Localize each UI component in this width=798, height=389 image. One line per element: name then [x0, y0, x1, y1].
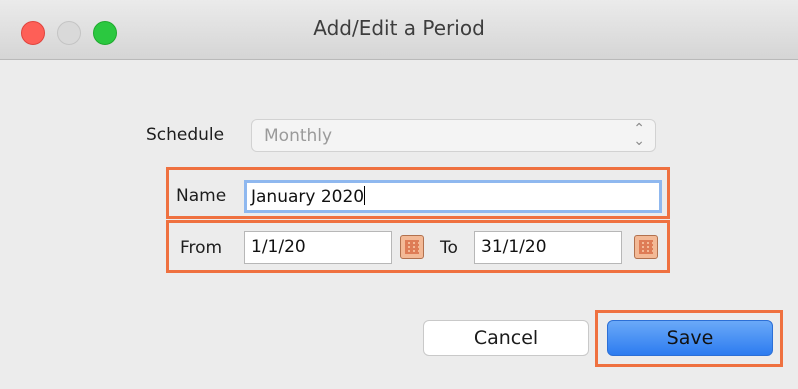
text-caret	[364, 186, 366, 205]
schedule-value: Monthly	[264, 126, 333, 146]
schedule-select[interactable]: Monthly ⌃ ⌄	[251, 119, 656, 152]
name-label: Name	[176, 186, 227, 206]
calendar-icon[interactable]	[400, 235, 424, 259]
title-bar: Add/Edit a Period	[0, 0, 798, 60]
dialog-window: Add/Edit a Period Schedule Monthly ⌃ ⌄ Na…	[0, 0, 798, 389]
calendar-icon[interactable]	[634, 235, 658, 259]
chevron-up-down-icon: ⌃ ⌄	[633, 121, 645, 149]
window-title: Add/Edit a Period	[313, 16, 485, 40]
to-label: To	[440, 238, 458, 258]
schedule-label: Schedule	[146, 125, 225, 145]
name-input-value: January 2020	[251, 187, 365, 207]
name-input[interactable]: January 2020	[244, 180, 662, 213]
to-date-input[interactable]: 31/1/20	[474, 231, 622, 264]
cancel-button[interactable]: Cancel	[423, 320, 589, 356]
to-date-value: 31/1/20	[481, 237, 547, 257]
from-date-input[interactable]: 1/1/20	[244, 231, 392, 264]
save-button[interactable]: Save	[607, 320, 773, 356]
from-date-value: 1/1/20	[251, 237, 306, 257]
from-label: From	[180, 238, 223, 258]
